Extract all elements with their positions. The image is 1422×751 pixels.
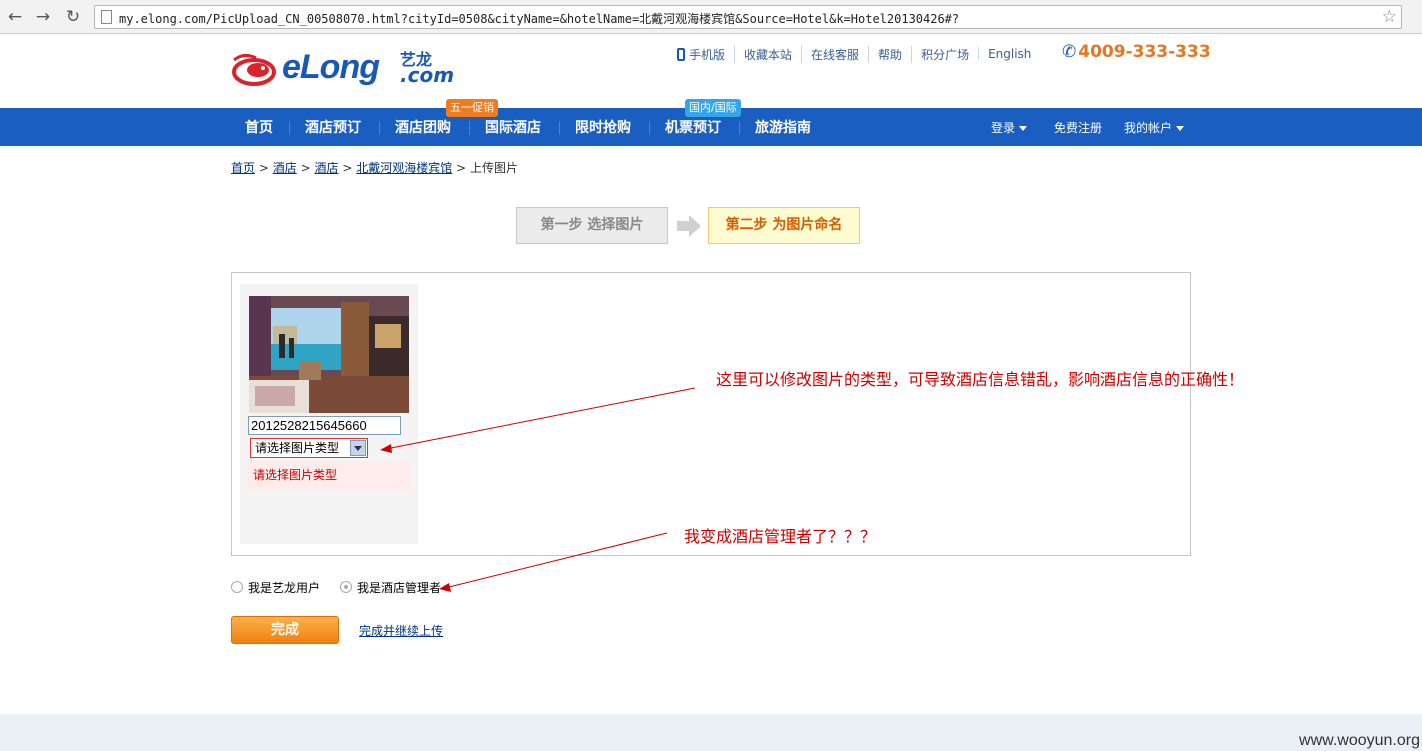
image-type-error: 请选择图片类型 [248,461,410,490]
breadcrumb-hotel-name[interactable]: 北戴河观海楼宾馆 [356,161,452,175]
annotation-manager-note: 我变成酒店管理者了？？？ [684,527,877,546]
top-link-mobile[interactable]: 手机版 [677,46,734,63]
image-name-input[interactable] [248,416,401,435]
top-link-service[interactable]: 在线客服 [801,45,868,63]
annotation-type-note: 这里可以修改图片的类型，可导致酒店信息错乱，影响酒店信息的正确性！ [716,370,1245,389]
nav-flash-sale[interactable]: 限时抢购 [575,108,631,146]
address-bar[interactable]: my.elong.com/PicUpload_CN_00508070.html?… [94,5,1402,29]
radio-user[interactable] [231,581,243,593]
select-dropdown-icon[interactable] [350,440,366,456]
register-link[interactable]: 免费注册 [1054,108,1102,146]
breadcrumb-sep: > [342,161,353,175]
step-select-image: 第一步 选择图片 [516,207,668,244]
finish-continue-link[interactable]: 完成并继续上传 [359,622,443,639]
breadcrumb-current: 上传图片 [469,161,518,175]
finish-button[interactable]: 完成 [231,616,339,644]
breadcrumb-sep: > [258,161,269,175]
step-arrow-icon [677,215,701,237]
logo-com: .com [400,63,455,87]
chevron-down-icon [1019,126,1028,131]
hotel-room-photo [249,296,409,413]
mobile-phone-icon [677,47,685,61]
hotline: ✆ 4009-333-333 [1062,42,1211,62]
breadcrumb-sep: > [300,161,311,175]
nav-hotel-booking[interactable]: 酒店预订 [305,108,361,146]
nav-intl-hotel[interactable]: 国际酒店 [485,108,541,146]
radio-manager[interactable] [340,581,352,593]
main-nav: 首页 酒店预订 酒店团购 五一促销 国际酒店 限时抢购 机票预订 国内/国际 旅… [0,99,1422,146]
top-link-help[interactable]: 帮助 [868,45,911,63]
logo-wordmark: eLong [282,48,380,86]
top-link-english[interactable]: English [978,47,1040,61]
hotline-number: 4009-333-333 [1078,42,1211,62]
breadcrumb-hotel-city[interactable]: 酒店 [314,161,338,175]
forward-arrow-icon[interactable]: → [32,6,54,28]
breadcrumb: 首页 > 酒店 > 酒店 > 北戴河观海楼宾馆 > 上传图片 [231,159,518,176]
nav-divider [289,121,290,135]
nav-divider [739,121,740,135]
role-user-option[interactable]: 我是艺龙用户 [231,578,320,596]
nav-divider [379,121,380,135]
nav-travel-guide[interactable]: 旅游指南 [755,108,811,146]
reload-icon[interactable]: ↻ [62,6,84,28]
role-manager-label: 我是酒店管理者 [357,580,442,595]
account-menu[interactable]: 我的帐户 [1124,108,1185,146]
login-menu[interactable]: 登录 [991,108,1028,146]
top-link-bookmark[interactable]: 收藏本站 [734,45,801,63]
dragon-swirl-icon [232,53,276,86]
image-type-select[interactable]: 请选择图片类型 [250,438,368,458]
top-link-label: 手机版 [689,47,726,62]
nav-divider [469,121,470,135]
role-user-label: 我是艺龙用户 [248,580,321,595]
flight-badge: 国内/国际 [685,99,741,117]
top-links: 手机版 收藏本站 在线客服 帮助 积分广场 English [677,45,1040,63]
breadcrumb-home[interactable]: 首页 [231,161,255,175]
page-icon [101,10,112,24]
url-text[interactable]: my.elong.com/PicUpload_CN_00508070.html?… [119,10,959,27]
breadcrumb-hotel[interactable]: 酒店 [273,161,297,175]
watermark: www.wooyun.org [1299,732,1420,749]
image-type-select-value: 请选择图片类型 [255,441,340,455]
step-name-image: 第二步 为图片命名 [708,207,860,244]
nav-hotel-group[interactable]: 酒店团购 [395,108,451,146]
nav-divider [649,121,650,135]
footer-band [0,714,1422,751]
login-label: 登录 [991,121,1016,135]
nav-divider [559,121,560,135]
top-link-points[interactable]: 积分广场 [911,45,978,63]
nav-home[interactable]: 首页 [245,108,273,146]
telephone-icon: ✆ [1062,42,1077,62]
chevron-down-icon [1176,126,1185,131]
back-arrow-icon[interactable]: ← [4,6,26,28]
account-label: 我的帐户 [1124,121,1173,135]
role-manager-option[interactable]: 我是酒店管理者 [340,578,441,596]
breadcrumb-sep: > [456,161,467,175]
browser-toolbar: ← → ↻ my.elong.com/PicUpload_CN_00508070… [0,0,1422,34]
bookmark-star-icon[interactable]: ☆ [1382,7,1397,27]
